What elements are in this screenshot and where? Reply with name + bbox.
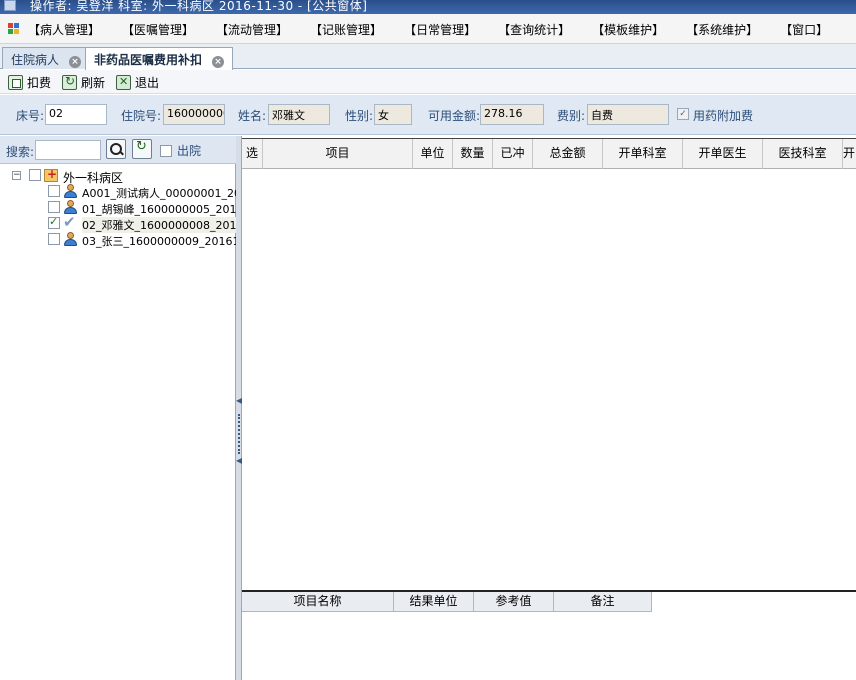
deduct-button[interactable]: 扣费 <box>8 73 51 91</box>
search-bar: 搜索: 出院 <box>0 136 236 164</box>
menu-patient-management[interactable]: 【病人管理】 <box>28 21 100 38</box>
patient-label: 02_邓雅文_1600000008_2016 <box>82 217 244 233</box>
patient-checkbox[interactable] <box>48 233 60 245</box>
menu-bar: 【病人管理】 【医嘱管理】 【流动管理】 【记账管理】 【日常管理】 【查询统计… <box>0 14 856 44</box>
col-unit[interactable]: 单位 <box>413 139 453 169</box>
col-tech-dept[interactable]: 医技科室 <box>763 139 843 169</box>
menu-billing-management[interactable]: 【记账管理】 <box>310 21 382 38</box>
discharged-checkbox[interactable] <box>160 145 172 157</box>
person-icon <box>63 232 77 246</box>
gender-label: 性别: <box>345 109 374 123</box>
patient-label: 01_胡锡峰_1600000005_2016 <box>82 203 244 216</box>
col-item-name[interactable]: 项目名称 <box>242 592 394 612</box>
bed-label: 床号: <box>16 109 45 123</box>
person-icon <box>63 184 77 198</box>
subgrid-header: 项目名称 结果单位 参考值 备注 <box>242 592 652 612</box>
search-button[interactable] <box>106 139 126 159</box>
order-items-grid: 选 项目 单位 数量 已冲 总金额 开单科室 开单医生 医技科室 开 <box>242 136 856 590</box>
col-truncated[interactable]: 开 <box>843 139 856 169</box>
col-result-unit[interactable]: 结果单位 <box>394 592 474 612</box>
ward-icon <box>44 167 58 182</box>
menu-daily-management[interactable]: 【日常管理】 <box>404 21 476 38</box>
col-offset[interactable]: 已冲 <box>493 139 533 169</box>
col-quantity[interactable]: 数量 <box>453 139 493 169</box>
splitter-grip <box>238 414 240 454</box>
tab-bar: 住院病人 × 非药品医嘱费用补扣 × <box>0 44 856 70</box>
tab-label: 住院病人 <box>11 53 60 67</box>
menu-query-statistics[interactable]: 【查询统计】 <box>498 21 570 38</box>
exit-label: 退出 <box>135 75 160 90</box>
person-icon <box>63 200 77 214</box>
deduct-label: 扣费 <box>27 75 52 90</box>
ward-checkbox[interactable] <box>29 169 41 181</box>
col-reference-value[interactable]: 参考值 <box>474 592 554 612</box>
patient-label: 03_张三_1600000009_201611 <box>82 235 247 248</box>
menu-window[interactable]: 【窗口】 <box>780 21 828 38</box>
app-menu-icon[interactable] <box>8 23 20 35</box>
patient-tree-panel: 搜索: 出院 − 外一科病区 A001_测试病人_00000001_20 01_… <box>0 136 246 680</box>
col-select[interactable]: 选 <box>242 139 263 169</box>
tab-non-drug-fee-deduction[interactable]: 非药品医嘱费用补扣 × <box>85 47 234 70</box>
surcharge-label: 用药附加费 <box>693 109 754 123</box>
inpatient-no-label: 住院号: <box>121 109 162 123</box>
tree-patient-item[interactable]: A001_测试病人_00000001_20 <box>0 184 241 200</box>
fee-type-field: 自费 <box>587 104 669 125</box>
discharged-label: 出院 <box>177 144 202 158</box>
app-window-icon <box>4 0 16 11</box>
balance-label: 可用金额: <box>428 109 481 123</box>
exit-icon <box>116 74 131 90</box>
tree-ward-node[interactable]: − 外一科病区 <box>0 167 236 185</box>
balance-field: 278.16 <box>480 104 544 125</box>
menu-template-maintenance[interactable]: 【模板维护】 <box>592 21 664 38</box>
inpatient-no-field[interactable]: 1600000008 <box>163 104 225 125</box>
bed-field[interactable]: 02 <box>45 104 107 125</box>
menu-flow-management[interactable]: 【流动管理】 <box>216 21 288 38</box>
result-detail-grid: 项目名称 结果单位 参考值 备注 <box>242 590 856 680</box>
patient-checkbox[interactable] <box>48 185 60 197</box>
refresh-button[interactable]: 刷新 <box>62 73 105 91</box>
menu-system-maintenance[interactable]: 【系统维护】 <box>686 21 758 38</box>
patient-info-bar: 床号: 02 住院号: 1600000008 姓名: 邓雅文 性别: 女 可用金… <box>0 95 856 135</box>
col-item[interactable]: 项目 <box>263 139 413 169</box>
fee-type-label: 费别: <box>557 109 586 123</box>
collapse-icon[interactable]: − <box>12 171 21 180</box>
patient-checkbox[interactable] <box>48 201 60 213</box>
search-label: 搜索: <box>6 145 35 159</box>
tree-patient-item[interactable]: 01_胡锡峰_1600000005_2016 <box>0 200 243 216</box>
check-icon: ✔ <box>63 213 76 231</box>
search-input[interactable] <box>35 140 101 160</box>
close-icon[interactable]: × <box>212 56 225 68</box>
tree-refresh-button[interactable] <box>132 139 152 159</box>
close-icon[interactable]: × <box>69 56 82 68</box>
refresh-icon <box>62 74 77 90</box>
grid-header: 选 项目 单位 数量 已冲 总金额 开单科室 开单医生 医技科室 开 <box>242 138 856 169</box>
deduct-icon <box>8 74 23 90</box>
menu-order-management[interactable]: 【医嘱管理】 <box>122 21 194 38</box>
tree-patient-item-selected[interactable]: ✔ 02_邓雅文_1600000008_2016 <box>0 213 244 233</box>
tab-inpatients[interactable]: 住院病人 × <box>2 47 91 69</box>
name-label: 姓名: <box>238 109 267 123</box>
patient-checkbox[interactable] <box>48 215 60 229</box>
surcharge-checkbox[interactable]: ✓ <box>677 108 689 120</box>
toolbar: 扣费 刷新 退出 <box>0 70 856 94</box>
col-ordering-dept[interactable]: 开单科室 <box>603 139 683 169</box>
col-total-amount[interactable]: 总金额 <box>533 139 603 169</box>
name-field: 邓雅文 <box>268 104 330 125</box>
window-title-bar: 操作者: 吴登洋 科室: 外一科病区 2016-11-30 - [公共窗体] <box>0 0 856 14</box>
window-title: 操作者: 吴登洋 科室: 外一科病区 2016-11-30 - [公共窗体] <box>30 0 368 13</box>
tab-label: 非药品医嘱费用补扣 <box>94 53 203 67</box>
col-ordering-doctor[interactable]: 开单医生 <box>683 139 763 169</box>
tree-patient-item[interactable]: 03_张三_1600000009_201611 <box>0 232 246 248</box>
patient-label: A001_测试病人_00000001_20 <box>82 187 242 200</box>
col-remarks[interactable]: 备注 <box>554 592 652 612</box>
exit-button[interactable]: 退出 <box>116 73 159 91</box>
refresh-label: 刷新 <box>81 75 106 90</box>
gender-field: 女 <box>374 104 412 125</box>
